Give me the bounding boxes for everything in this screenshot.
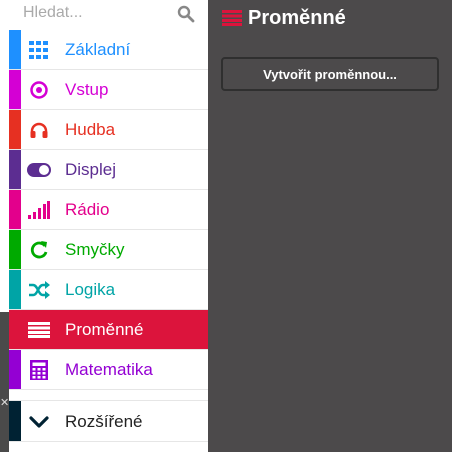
flyout-header: Proměnné: [222, 6, 346, 30]
search-icon[interactable]: [177, 5, 195, 23]
category-label: Vstup: [65, 80, 109, 99]
category-color-bar: [9, 270, 21, 309]
radio-circle-icon: [27, 79, 51, 101]
flyout-panel: Proměnné Vytvořit proměnnou...: [208, 0, 452, 452]
category-loops[interactable]: Smyčky: [9, 230, 208, 270]
category-color-bar: [9, 230, 21, 269]
category-label: Proměnné: [65, 320, 144, 339]
category-label: Rozšířené: [65, 412, 143, 431]
category-radio[interactable]: Rádio: [9, 190, 208, 230]
shuffle-icon: [27, 279, 51, 301]
category-label: Smyčky: [65, 240, 125, 259]
flyout-title: Proměnné: [248, 6, 346, 29]
category-color-bar: [9, 70, 21, 109]
calculator-icon: [27, 359, 51, 381]
signal-bars-icon: [27, 199, 51, 221]
category-variables[interactable]: Proměnné: [9, 310, 208, 350]
category-color-bar: [9, 350, 21, 389]
category-color-bar: [9, 401, 21, 441]
search-input[interactable]: [23, 3, 173, 23]
category-color-bar: [9, 190, 21, 229]
category-color-bar: [9, 150, 21, 189]
category-logic[interactable]: Logika: [9, 270, 208, 310]
category-math[interactable]: Matematika: [9, 350, 208, 390]
category-display[interactable]: Displej: [9, 150, 208, 190]
category-label: Displej: [65, 160, 117, 179]
category-label: Hudba: [65, 120, 116, 139]
category-label: Logika: [65, 280, 116, 299]
category-color-bar: [9, 310, 21, 349]
grid-icon: [27, 39, 51, 61]
list-icon: [222, 10, 242, 26]
workspace-edge: ✕: [0, 0, 9, 452]
category-music[interactable]: Hudba: [9, 110, 208, 150]
toolbox: Základní Vstup Hudba: [9, 0, 208, 452]
category-label: Matematika: [65, 360, 153, 379]
chevron-down-icon: [27, 411, 51, 433]
category-label: Základní: [65, 40, 131, 59]
category-color-bar: [9, 30, 21, 69]
category-advanced[interactable]: Rozšířené: [9, 400, 208, 442]
workspace-edge-dark: [0, 312, 9, 452]
headphones-icon: [27, 119, 51, 141]
category-input[interactable]: Vstup: [9, 70, 208, 110]
category-color-bar: [9, 110, 21, 149]
category-label: Rádio: [65, 200, 110, 219]
list-icon: [27, 319, 51, 341]
create-variable-button[interactable]: Vytvořit proměnnou...: [221, 57, 439, 91]
toggle-icon: [27, 159, 51, 181]
resize-handle-icon[interactable]: ✕: [0, 398, 9, 409]
search-box: [9, 0, 208, 30]
category-basic[interactable]: Základní: [9, 30, 208, 70]
refresh-icon: [27, 239, 51, 261]
